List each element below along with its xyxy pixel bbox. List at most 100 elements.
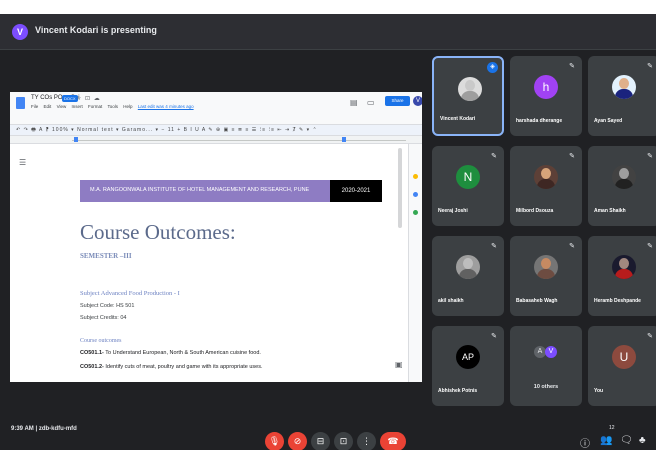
doc-user-avatar[interactable]: V: [413, 96, 422, 106]
mic-toggle-button[interactable]: 🎙: [265, 432, 284, 450]
photo-head: [619, 168, 629, 179]
presenter-banner: V Vincent Kodari is presenting: [0, 14, 656, 50]
activities-icon: ♣: [639, 435, 646, 446]
info-icon: ⓘ: [580, 439, 590, 450]
people-icon: 👥: [600, 435, 613, 446]
speaking-indicator-icon: ◈: [487, 62, 498, 73]
doc-title-icons[interactable]: ☆ ⊡ ☁: [76, 95, 101, 102]
outcome-row: CO501.1- To Understand European, North &…: [80, 350, 261, 356]
participant-tile[interactable]: ✎ akil shaikh: [432, 236, 504, 316]
people-button[interactable]: 👥: [600, 435, 612, 446]
more-vert-icon: ⋮: [362, 436, 371, 446]
photo-head: [541, 258, 551, 269]
menu-tools[interactable]: Tools: [107, 104, 118, 109]
docs-menu-bar: File Edit View Insert Format Tools Help …: [31, 104, 198, 109]
participant-tile[interactable]: ✎ AP Abhishek Potnis: [432, 326, 504, 406]
captions-button[interactable]: ⊟: [311, 432, 330, 450]
meeting-code: zdb-kdfu-mfd: [38, 426, 77, 432]
docs-logo-icon: [16, 97, 25, 109]
photo-head: [463, 258, 473, 269]
menu-view[interactable]: View: [57, 104, 67, 109]
comment-history-icon[interactable]: ▤: [350, 98, 358, 107]
participant-name: You: [594, 388, 604, 394]
mic-muted-icon: ✎: [647, 333, 653, 340]
docs-toolbar: ↶ ↷ 🖶 A ⁋ 100% ▾ Normal text ▾ Garamo...…: [10, 124, 422, 136]
participant-photo: [534, 165, 558, 189]
participant-name: Vincent Kodari: [440, 116, 476, 122]
chat-button[interactable]: 🗨: [620, 435, 633, 446]
mic-muted-icon: ✎: [491, 243, 497, 250]
photo-body: [615, 179, 633, 189]
institute-banner: M.A. RANGOONWALA INSTITUTE OF HOTEL MANA…: [80, 180, 336, 202]
last-edit-link[interactable]: Last edit was 4 minutes ago: [138, 104, 194, 109]
keep-icon[interactable]: [413, 174, 418, 179]
course-outcomes-heading: Course Outcomes:: [80, 220, 236, 244]
photo-head: [541, 168, 551, 179]
participant-photo: [612, 165, 636, 189]
photo-body: [615, 89, 633, 99]
participant-name: Babasaheb Wagh: [516, 298, 558, 304]
mic-muted-icon: ✎: [491, 333, 497, 340]
participant-tile[interactable]: A V 10 others: [510, 326, 582, 406]
subject-code: Subject Code: HS 501: [80, 303, 135, 309]
photo-head: [619, 78, 629, 89]
menu-format[interactable]: Format: [88, 104, 102, 109]
ruler-left-indent-handle[interactable]: [74, 137, 78, 142]
participant-photo: [612, 75, 636, 99]
participant-name: akil shaikh: [438, 298, 464, 304]
menu-help[interactable]: Help: [123, 104, 132, 109]
meeting-details-button[interactable]: ⓘ: [580, 435, 590, 450]
participant-tile[interactable]: ✎ N Neeraj Joshi: [432, 146, 504, 226]
participant-tile[interactable]: ✎ Heramb Deshpande: [588, 236, 656, 316]
tasks-icon[interactable]: [413, 192, 418, 197]
participant-tile[interactable]: ✎ Milbord Dsouza: [510, 146, 582, 226]
mic-muted-icon: ✎: [569, 243, 575, 250]
menu-file[interactable]: File: [31, 104, 38, 109]
mic-muted-icon: ✎: [647, 243, 653, 250]
toolbar-tools[interactable]: ↶ ↷ 🖶 A ⁋ 100% ▾ Normal text ▾ Garamo...…: [16, 127, 318, 135]
others-avatars: AV: [534, 346, 560, 358]
ruler-track: [72, 140, 406, 141]
calendar-icon[interactable]: [413, 210, 418, 215]
photo-body: [459, 269, 477, 279]
mic-off-icon: 🎙: [268, 436, 281, 446]
present-button[interactable]: ⊡: [334, 432, 353, 450]
others-avatar: V: [545, 346, 557, 358]
mic-muted-icon: ✎: [569, 153, 575, 160]
activities-button[interactable]: ♣: [639, 435, 646, 446]
document-outline-icon[interactable]: ☰: [19, 158, 26, 167]
participant-tile[interactable]: ✎ U You: [588, 326, 656, 406]
participant-tile[interactable]: ◈ Vincent Kodari: [432, 56, 504, 136]
participant-tile[interactable]: ✎ Aman Shaikh: [588, 146, 656, 226]
photo-head: [465, 80, 475, 91]
mic-muted-icon: ✎: [569, 63, 575, 70]
academic-year: 2020-2021: [330, 180, 382, 202]
more-options-button[interactable]: ⋮: [357, 432, 376, 450]
meet-present-icon[interactable]: ▭: [367, 98, 375, 107]
participant-avatar: U: [612, 345, 636, 369]
meeting-info: 9:39 AM | zdb-kdfu-mfd: [11, 426, 77, 432]
participant-tile[interactable]: ✎ Babasaheb Wagh: [510, 236, 582, 316]
menu-edit[interactable]: Edit: [44, 104, 52, 109]
docs-titlebar: TY COs POs - Sei DOCX ☆ ⊡ ☁ File Edit Vi…: [10, 92, 422, 124]
participant-name: Aman Shaikh: [594, 208, 626, 214]
participant-tile[interactable]: ✎ h harshada dherange: [510, 56, 582, 136]
menu-insert[interactable]: Insert: [72, 104, 83, 109]
share-button[interactable]: Share: [385, 96, 410, 106]
photo-body: [537, 269, 555, 279]
photo-body: [537, 179, 555, 189]
present-icon: ⊡: [339, 436, 348, 446]
leave-call-button[interactable]: ☎: [380, 432, 406, 450]
doc-scrollbar[interactable]: [398, 148, 402, 228]
participant-name: Heramb Deshpande: [594, 298, 641, 304]
participant-name: Neeraj Joshi: [438, 208, 468, 214]
people-count: 12: [609, 425, 615, 431]
camera-toggle-button[interactable]: ⊘: [288, 432, 307, 450]
explore-icon[interactable]: ▣: [395, 360, 403, 369]
ruler-right-indent-handle[interactable]: [342, 137, 346, 142]
participant-avatar: h: [534, 75, 558, 99]
participant-photo: [612, 255, 636, 279]
participant-avatar: AP: [456, 345, 480, 369]
participant-photo: [458, 77, 482, 101]
participant-tile[interactable]: ✎ Ayan Sayed: [588, 56, 656, 136]
